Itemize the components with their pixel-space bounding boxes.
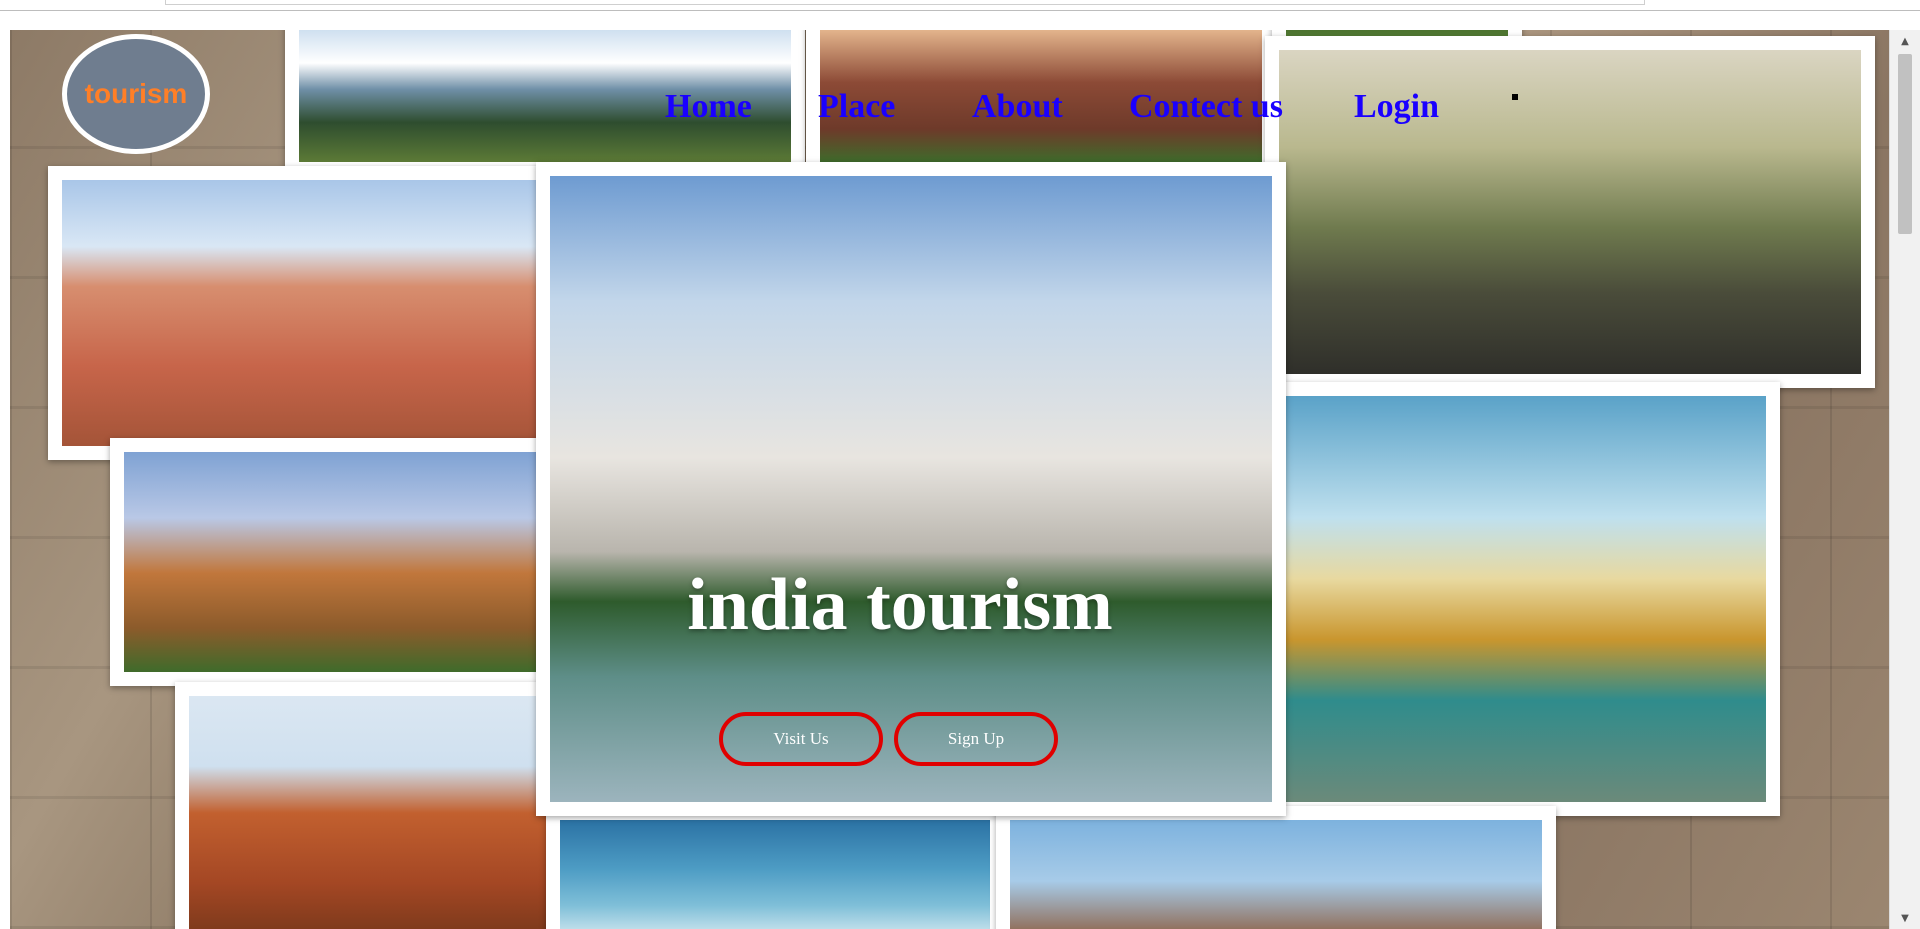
- pink-palace-image: [62, 180, 546, 446]
- nav-link-about[interactable]: About: [972, 82, 1063, 132]
- photo-mountain-lake: [546, 806, 1004, 929]
- browser-address-strip: [165, 0, 1645, 5]
- hero-title: india tourism: [687, 564, 1113, 646]
- visit-us-button[interactable]: Visit Us: [719, 712, 883, 766]
- photo-gopuram-temple: [110, 438, 560, 686]
- scroll-down-arrow-icon[interactable]: ▼: [1890, 907, 1920, 929]
- gopuram-temple-image: [124, 452, 546, 672]
- photo-pink-palace: [48, 166, 560, 460]
- golden-temple-image: [1279, 396, 1766, 802]
- logo-text: tourism: [84, 78, 188, 109]
- taj-mahal-image: [550, 176, 1272, 802]
- page-viewport: tourism Home Place About Contect us Logi…: [10, 30, 1890, 929]
- browser-top-strip: [0, 0, 1920, 11]
- red-fort-image: [189, 696, 546, 929]
- nav-link-place[interactable]: Place: [818, 82, 895, 132]
- nav-dot-marker: [1512, 94, 1518, 100]
- sign-up-button[interactable]: Sign Up: [894, 712, 1058, 766]
- nav-link-home[interactable]: Home: [665, 82, 752, 132]
- page-scrollbar[interactable]: ▲ ▼: [1889, 30, 1920, 929]
- scrollbar-thumb[interactable]: [1898, 54, 1912, 234]
- photo-red-fort: [175, 682, 560, 929]
- photo-golden-temple: [1265, 382, 1780, 816]
- nav-link-login[interactable]: Login: [1354, 82, 1439, 132]
- qutub-minar-image: [1010, 820, 1542, 929]
- scroll-up-arrow-icon[interactable]: ▲: [1890, 30, 1920, 52]
- nav-link-contact[interactable]: Contect us: [1129, 82, 1283, 132]
- mountain-lake-image: [560, 820, 990, 929]
- photo-qutub-minar: [996, 806, 1556, 929]
- site-logo[interactable]: tourism: [62, 34, 210, 154]
